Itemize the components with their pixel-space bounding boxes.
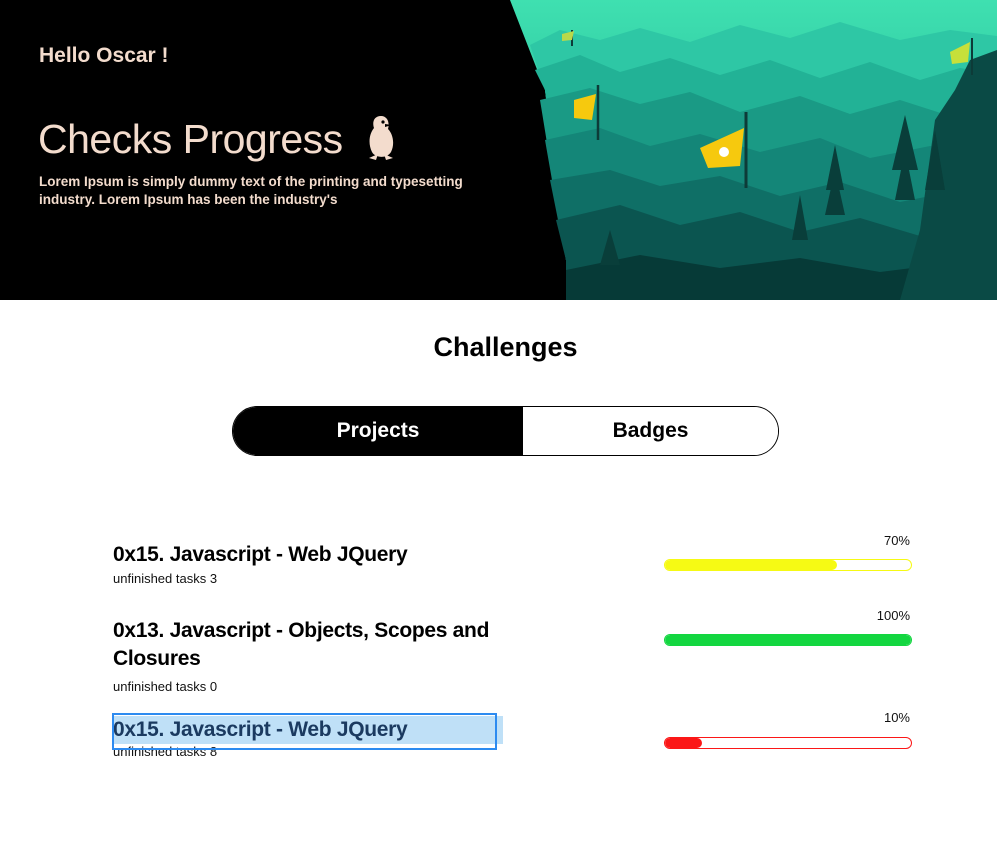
section-title: Challenges — [433, 332, 578, 362]
progress-fill — [665, 738, 702, 748]
page-title-text: Checks Progress — [38, 115, 343, 162]
progress-bar — [664, 634, 912, 646]
progress-bar — [664, 737, 912, 749]
project-title[interactable]: 0x13. Javascript - Objects, Scopes and C… — [113, 617, 503, 673]
progress-fill — [665, 635, 911, 645]
progress-percent: 10% — [883, 710, 910, 725]
progress-percent: 100% — [876, 608, 910, 623]
penguin-mascot-icon — [366, 114, 396, 170]
page-title: Checks Progress — [38, 114, 396, 170]
tab-projects[interactable]: Projects — [233, 407, 523, 455]
progress-fill — [665, 560, 838, 570]
project-title[interactable]: 0x15. Javascript - Web JQuery — [113, 716, 503, 744]
tab-badges[interactable]: Badges — [523, 407, 778, 455]
list-item[interactable]: 0x13. Javascript - Objects, Scopes and C… — [113, 617, 503, 694]
list-item[interactable]: 0x15. Javascript - Web JQuery unfinished… — [113, 716, 503, 759]
project-subtitle: unfinished tasks 0 — [113, 679, 218, 694]
progress-percent: 70% — [883, 533, 910, 548]
project-title[interactable]: 0x15. Javascript - Web JQuery — [113, 541, 503, 569]
hero-description: Lorem Ipsum is simply dummy text of the … — [39, 174, 463, 207]
greeting: Hello Oscar ! — [39, 44, 169, 67]
progress-bar — [664, 559, 912, 571]
list-item[interactable]: 0x15. Javascript - Web JQuery unfinished… — [113, 541, 503, 586]
hero-banner: Hello Oscar ! Checks Progress Lorem Ipsu… — [0, 0, 997, 300]
project-subtitle: unfinished tasks 3 — [113, 571, 218, 586]
project-subtitle: unfinished tasks 8 — [113, 744, 218, 759]
challenges-tabs: Projects Badges — [232, 406, 779, 456]
